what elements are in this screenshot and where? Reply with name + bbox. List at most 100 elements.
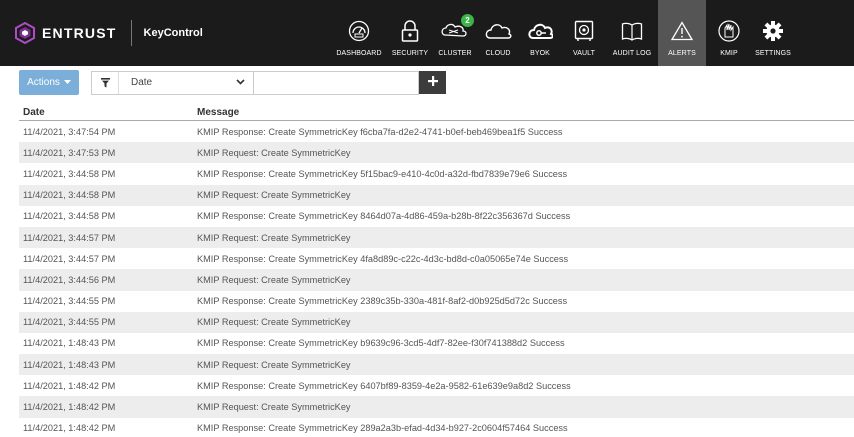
- table-row[interactable]: 11/4/2021, 3:44:55 PM KMIP Response: Crea…: [19, 291, 854, 312]
- caret-down-icon: [63, 77, 71, 88]
- nav-item-security[interactable]: SECURITY: [388, 0, 432, 66]
- nav-item-kmip[interactable]: KMIP: [706, 0, 752, 66]
- cloud-icon: [484, 18, 512, 44]
- chevron-down-icon: [236, 77, 245, 88]
- cell-date: 11/4/2021, 3:44:57 PM: [23, 232, 116, 243]
- cell-message: KMIP Request: Create SymmetricKey: [197, 402, 351, 413]
- table-row[interactable]: 11/4/2021, 1:48:43 PM KMIP Request: Creat…: [19, 354, 854, 376]
- table-header: Date Message: [19, 104, 854, 121]
- padlock-icon: [401, 18, 419, 44]
- filter-value-input[interactable]: [254, 71, 418, 94]
- nav-item-dashboard[interactable]: DASHBOARD: [330, 0, 388, 66]
- cell-message: KMIP Response: Create SymmetricKey 4fa8d…: [197, 253, 569, 264]
- cell-message: KMIP Request: Create SymmetricKey: [197, 317, 351, 328]
- alert-triangle-icon: [671, 18, 693, 44]
- cell-message: KMIP Request: Create SymmetricKey: [197, 147, 351, 158]
- cell-date: 11/4/2021, 3:44:56 PM: [23, 274, 116, 285]
- cell-date: 11/4/2021, 3:47:53 PM: [23, 147, 116, 158]
- cell-message: KMIP Request: Create SymmetricKey: [197, 190, 351, 201]
- cell-date: 11/4/2021, 3:44:55 PM: [23, 296, 116, 307]
- filter-bar: Date: [91, 70, 419, 95]
- cell-date: 11/4/2021, 3:47:54 PM: [23, 126, 116, 137]
- cell-date: 11/4/2021, 1:48:43 PM: [23, 359, 116, 370]
- cell-message: KMIP Response: Create SymmetricKey 8464d…: [197, 211, 571, 222]
- column-header-message[interactable]: Message: [197, 107, 854, 118]
- plus-icon: [427, 76, 438, 89]
- actions-label: Actions: [27, 77, 60, 88]
- brand-name: ENTRUST: [42, 25, 117, 41]
- filter-field-value: Date: [131, 77, 153, 88]
- nav-item-alerts[interactable]: ALERTS: [658, 0, 706, 66]
- table-row[interactable]: 11/4/2021, 1:48:42 PM KMIP Response: Crea…: [19, 375, 854, 396]
- audit-log-book-icon: [621, 18, 643, 44]
- cell-message: KMIP Request: Create SymmetricKey: [197, 274, 351, 285]
- cell-message: KMIP Response: Create SymmetricKey f6cba…: [197, 126, 563, 137]
- gear-icon: [762, 18, 784, 44]
- add-filter-button[interactable]: [419, 71, 446, 94]
- nav-label: CLOUD: [485, 50, 511, 57]
- table-body: 11/4/2021, 3:47:54 PM KMIP Response: Crea…: [19, 121, 854, 437]
- nav-label: ALERTS: [668, 50, 696, 57]
- table-row[interactable]: 11/4/2021, 3:44:58 PM KMIP Response: Crea…: [19, 206, 854, 227]
- nav-label: BYOK: [530, 50, 550, 57]
- nav-label: CLUSTER: [438, 50, 472, 57]
- cell-message: KMIP Response: Create SymmetricKey 289a2…: [197, 423, 568, 434]
- actions-dropdown-button[interactable]: Actions: [19, 70, 79, 95]
- nav-label: SECURITY: [391, 50, 429, 57]
- cell-date: 11/4/2021, 1:48:42 PM: [23, 423, 116, 434]
- nav-item-cluster[interactable]: 2 CLUSTER: [432, 0, 478, 66]
- alerts-table: Date Message 11/4/2021, 3:47:54 PM KMIP R…: [19, 104, 854, 437]
- cell-date: 11/4/2021, 3:44:58 PM: [23, 211, 116, 222]
- table-row[interactable]: 11/4/2021, 3:44:57 PM KMIP Request: Creat…: [19, 226, 854, 249]
- vault-safe-icon: [574, 18, 594, 44]
- cluster-count-badge: 2: [461, 14, 474, 27]
- nav-item-audit-log[interactable]: AUDIT LOG: [606, 0, 658, 66]
- column-header-date[interactable]: Date: [19, 107, 197, 118]
- brand-divider: [130, 20, 132, 46]
- toolbar: Actions Date: [19, 70, 446, 95]
- nav-label: AUDIT LOG: [612, 50, 652, 57]
- table-row[interactable]: 11/4/2021, 3:44:56 PM KMIP Request: Creat…: [19, 269, 854, 291]
- product-name: KeyControl: [143, 27, 203, 39]
- filter-icon[interactable]: [92, 71, 119, 94]
- table-row[interactable]: 11/4/2021, 1:48:42 PM KMIP Request: Creat…: [19, 396, 854, 418]
- cell-date: 11/4/2021, 1:48:42 PM: [23, 380, 116, 391]
- table-row[interactable]: 11/4/2021, 3:44:55 PM KMIP Request: Creat…: [19, 311, 854, 333]
- kmip-shield-icon: [718, 18, 740, 44]
- entrust-logo-icon: [14, 21, 36, 45]
- nav-item-cloud[interactable]: CLOUD: [478, 0, 518, 66]
- cell-message: KMIP Response: Create SymmetricKey 6407b…: [197, 380, 571, 391]
- cell-date: 11/4/2021, 3:44:55 PM: [23, 317, 116, 328]
- cluster-nodes-icon: 2: [440, 14, 474, 44]
- nav-item-byok[interactable]: BYOK: [518, 0, 562, 66]
- nav-label: DASHBOARD: [336, 50, 382, 57]
- table-row[interactable]: 11/4/2021, 3:47:54 PM KMIP Response: Crea…: [19, 121, 854, 142]
- nav-item-settings[interactable]: SETTINGS: [752, 0, 794, 66]
- cell-date: 11/4/2021, 3:44:58 PM: [23, 190, 116, 201]
- filter-field-select[interactable]: Date: [119, 71, 254, 94]
- table-row[interactable]: 11/4/2021, 3:44:58 PM KMIP Response: Crea…: [19, 163, 854, 184]
- table-row[interactable]: 11/4/2021, 3:44:57 PM KMIP Response: Crea…: [19, 248, 854, 269]
- cell-date: 11/4/2021, 3:44:57 PM: [23, 253, 116, 264]
- cell-message: KMIP Request: Create SymmetricKey: [197, 359, 351, 370]
- table-row[interactable]: 11/4/2021, 1:48:43 PM KMIP Response: Crea…: [19, 333, 854, 354]
- table-row[interactable]: 11/4/2021, 3:47:53 PM KMIP Request: Creat…: [19, 142, 854, 164]
- cell-message: KMIP Request: Create SymmetricKey: [197, 232, 351, 243]
- table-row[interactable]: 11/4/2021, 3:44:58 PM KMIP Request: Creat…: [19, 184, 854, 206]
- dashboard-gauge-icon: [348, 18, 370, 44]
- cell-date: 11/4/2021, 3:44:58 PM: [23, 168, 116, 179]
- nav-item-vault[interactable]: VAULT: [562, 0, 606, 66]
- nav-label: VAULT: [572, 50, 596, 57]
- nav-label: SETTINGS: [755, 50, 791, 57]
- cell-message: KMIP Response: Create SymmetricKey b9639…: [197, 338, 565, 349]
- main-nav: DASHBOARD SECURITY 2 CLUSTER CLOUD BYOK VAULT A…: [330, 0, 794, 66]
- table-row[interactable]: 11/4/2021, 1:48:42 PM KMIP Response: Crea…: [19, 418, 854, 437]
- cell-date: 11/4/2021, 1:48:42 PM: [23, 402, 116, 413]
- nav-label: KMIP: [720, 50, 738, 57]
- top-navigation-bar: ENTRUST KeyControl DASHBOARD SECURITY 2 CLU…: [0, 0, 854, 66]
- cell-message: KMIP Response: Create SymmetricKey 2389c…: [197, 296, 568, 307]
- cell-message: KMIP Response: Create SymmetricKey 5f15b…: [197, 168, 568, 179]
- brand: ENTRUST KeyControl: [0, 0, 330, 66]
- cell-date: 11/4/2021, 1:48:43 PM: [23, 338, 116, 349]
- byok-cloud-key-icon: [527, 18, 553, 44]
